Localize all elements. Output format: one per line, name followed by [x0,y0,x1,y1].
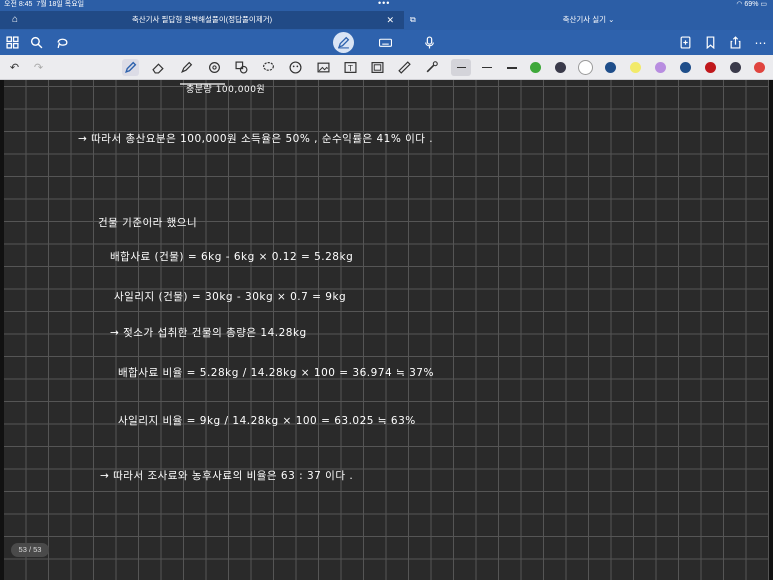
add-page-icon[interactable] [677,34,694,51]
lasso-icon[interactable] [54,34,71,51]
page-indicator: 53 / 53 [11,543,49,557]
handwritten-line: 충분량 100,000원 [186,85,266,95]
color-swatch-blue[interactable] [680,62,691,73]
keyboard-icon[interactable] [377,34,394,51]
tab-bar: ⌂ 축산기사 필답형 완벽해설풀이(정답풀이제거) ✕ ⧉ 축산기사 실기 ⌄ [0,10,773,30]
eraser-icon[interactable] [150,59,167,76]
sticker-icon[interactable] [287,59,304,76]
search-icon[interactable] [28,34,45,51]
handwritten-line: 건물 기준이라 했으니 [98,217,198,229]
color-swatch-purple[interactable] [655,62,666,73]
status-time: 오전 8:45 7월 18일 목요일 [4,1,85,8]
highlighter-icon[interactable] [178,59,195,76]
battery-icon: ▭ [760,1,767,8]
more-icon[interactable]: ⋯ [752,34,769,51]
handwritten-line: → 따라서 총산요분은 100,000원 소득율은 50% , 순수익률은 41… [78,133,434,145]
microphone-icon[interactable] [421,34,438,51]
pen-mode-icon[interactable] [333,32,354,53]
multitask-dots[interactable]: ••• [378,0,390,8]
page-edge-left [0,80,4,580]
handwritten-line: → 따라서 조사료와 농후사료의 비율은 63 : 37 이다 . [100,470,354,482]
handwritten-line: 사일리지 (건물) = 30kg - 30kg × 0.7 = 9kg [114,291,347,303]
color-swatch-yellow[interactable] [630,62,641,73]
tab-document-2[interactable]: ⧉ 축산기사 실기 ⌄ [404,11,773,29]
status-bar: 오전 8:45 7월 18일 목요일 ••• ◠ 69% ▭ [0,0,773,10]
handwritten-line: 배합사료 (건물) = 6kg - 6kg × 0.12 = 5.28kg [110,251,354,263]
wifi-icon: ◠ [736,1,743,8]
shape-icon[interactable] [206,59,223,76]
color-swatch-red[interactable] [705,62,716,73]
tab-title: 축산기사 필답형 완벽해설풀이(정답풀이제거) [131,15,273,24]
redo-icon[interactable]: ↷ [30,59,47,76]
handwritten-line: → 젖소가 섭취한 건물의 총량은 14.28kg [110,327,307,339]
camera-icon[interactable] [369,59,386,76]
close-icon[interactable]: ✕ [386,11,394,29]
page-edge-right [769,80,773,580]
share-icon[interactable] [727,34,744,51]
medium-line-option[interactable] [477,59,497,76]
color-swatch-white[interactable] [578,60,593,75]
thin-line-option[interactable] [451,59,471,76]
pen-icon[interactable] [122,59,139,76]
laser-icon[interactable] [423,59,440,76]
color-swatch-coral[interactable] [754,62,765,73]
ruler-icon[interactable] [396,59,413,76]
status-battery: ◠ 69% ▭ [736,1,767,8]
color-swatch-dark-gray[interactable] [555,62,566,73]
handwritten-line: 사일리지 비율 = 9kg / 14.28kg × 100 = 63.025 ≒… [118,415,416,427]
image-icon[interactable] [315,59,332,76]
tab-title: 축산기사 실기 ⌄ [562,15,615,24]
grid-icon[interactable] [4,34,21,51]
svg-text:T: T [347,64,353,73]
thick-line-option[interactable] [502,59,522,76]
text-icon[interactable]: T [342,59,359,76]
color-swatch-charcoal[interactable] [730,62,741,73]
undo-icon[interactable]: ↶ [6,59,23,76]
color-swatch-green[interactable] [530,62,541,73]
tab-document-1[interactable]: ⌂ 축산기사 필답형 완벽해설풀이(정답풀이제거) ✕ [0,11,404,29]
color-swatch-navy[interactable] [605,62,616,73]
bookmark-icon[interactable] [702,34,719,51]
drawing-toolbar: ↶ ↷ T [0,55,773,80]
top-navigation-bar: ⋯ [0,30,773,55]
lasso-select-icon[interactable] [260,59,277,76]
handwritten-line: 배합사료 비율 = 5.28kg / 14.28kg × 100 = 36.97… [118,367,434,379]
element-icon[interactable] [233,59,250,76]
